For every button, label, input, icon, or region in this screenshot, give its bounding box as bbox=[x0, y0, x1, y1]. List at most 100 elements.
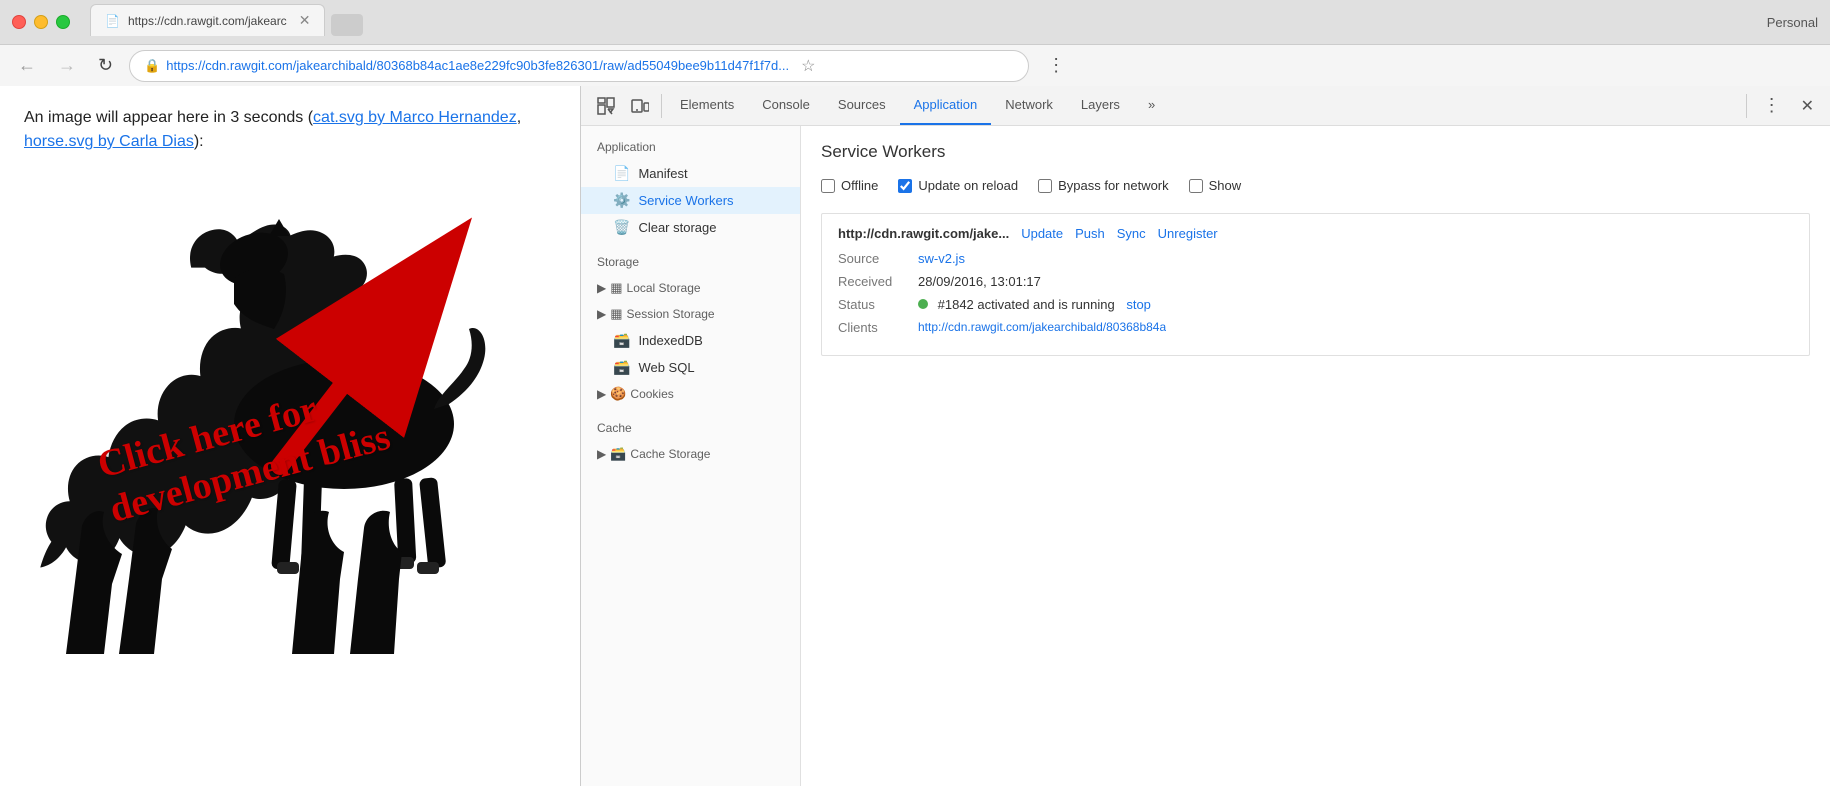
horse-svg-link[interactable]: horse.svg by Carla Dias bbox=[24, 133, 194, 150]
page-separator: , bbox=[517, 109, 521, 126]
expand-icon-3: ▶ bbox=[597, 387, 606, 401]
devtools-sidebar: Application 📄 Manifest ⚙️ Service Worker… bbox=[581, 126, 801, 786]
show-label: Show bbox=[1209, 178, 1242, 193]
address-input[interactable]: 🔒 https://cdn.rawgit.com/jakearchibald/8… bbox=[129, 50, 1029, 82]
close-button[interactable] bbox=[12, 15, 26, 29]
sw-push-link[interactable]: Push bbox=[1075, 226, 1105, 241]
inspect-element-button[interactable] bbox=[589, 93, 623, 119]
offline-checkbox-label[interactable]: Offline bbox=[821, 178, 878, 193]
tab-application[interactable]: Application bbox=[900, 86, 992, 125]
sidebar-service-workers-label: Service Workers bbox=[638, 193, 733, 208]
tab-layers[interactable]: Layers bbox=[1067, 86, 1134, 125]
sw-entry: http://cdn.rawgit.com/jake... Update Pus… bbox=[821, 213, 1810, 356]
update-on-reload-label: Update on reload bbox=[918, 178, 1018, 193]
sidebar-clear-storage-label: Clear storage bbox=[638, 220, 716, 235]
maximize-button[interactable] bbox=[56, 15, 70, 29]
page-content: An image will appear here in 3 seconds (… bbox=[0, 86, 580, 786]
reload-button[interactable]: ↻ bbox=[92, 53, 119, 78]
sw-source-file[interactable]: sw-v2.js bbox=[918, 251, 965, 266]
devtools-close-button[interactable]: ✕ bbox=[1793, 96, 1822, 116]
tab-title: https://cdn.rawgit.com/jakearc bbox=[128, 14, 287, 28]
sidebar-item-manifest[interactable]: 📄 Manifest bbox=[581, 160, 800, 187]
toolbar-separator-2 bbox=[1746, 94, 1747, 118]
forward-button[interactable]: → bbox=[52, 53, 82, 78]
sw-status-dot bbox=[918, 299, 928, 309]
expand-icon-2: ▶ bbox=[597, 307, 606, 321]
tab-elements[interactable]: Elements bbox=[666, 86, 748, 125]
sidebar-section-application: Application bbox=[581, 134, 800, 160]
sw-received-label: Received bbox=[838, 274, 918, 289]
service-workers-icon: ⚙️ bbox=[613, 192, 630, 209]
expand-icon-4: ▶ bbox=[597, 447, 606, 461]
address-url: https://cdn.rawgit.com/jakearchibald/803… bbox=[166, 58, 789, 73]
bypass-for-network-label: Bypass for network bbox=[1058, 178, 1169, 193]
devtools-panel: Elements Console Sources Application Net… bbox=[580, 86, 1830, 786]
traffic-lights bbox=[12, 15, 70, 29]
sidebar-item-indexed-db[interactable]: 🗃️ IndexedDB bbox=[581, 327, 800, 354]
minimize-button[interactable] bbox=[34, 15, 48, 29]
sidebar-item-clear-storage[interactable]: 🗑️ Clear storage bbox=[581, 214, 800, 241]
sidebar-item-service-workers[interactable]: ⚙️ Service Workers bbox=[581, 187, 800, 214]
update-on-reload-checkbox-label[interactable]: Update on reload bbox=[898, 178, 1018, 193]
update-on-reload-checkbox[interactable] bbox=[898, 179, 912, 193]
browser-tab[interactable]: 📄 https://cdn.rawgit.com/jakearc ✕ bbox=[90, 4, 325, 36]
clear-storage-icon: 🗑️ bbox=[613, 219, 630, 236]
sidebar-item-cache-storage[interactable]: ▶ 🗃️ Cache Storage bbox=[581, 441, 800, 467]
sidebar-item-cookies[interactable]: ▶ 🍪 Cookies bbox=[581, 381, 800, 407]
offline-checkbox[interactable] bbox=[821, 179, 835, 193]
session-storage-icon: ▦ bbox=[610, 306, 622, 322]
sw-clients-row: Clients http://cdn.rawgit.com/jakearchib… bbox=[838, 320, 1793, 335]
sidebar-web-sql-label: Web SQL bbox=[638, 360, 694, 375]
tab-bar: 📄 https://cdn.rawgit.com/jakearc ✕ bbox=[90, 8, 363, 36]
tab-more[interactable]: » bbox=[1134, 86, 1169, 125]
sw-url-row: http://cdn.rawgit.com/jake... Update Pus… bbox=[838, 226, 1793, 241]
bookmark-icon[interactable]: ☆ bbox=[801, 56, 815, 76]
tab-sources[interactable]: Sources bbox=[824, 86, 900, 125]
expand-icon: ▶ bbox=[597, 281, 606, 295]
devtools-toolbar: Elements Console Sources Application Net… bbox=[581, 86, 1830, 126]
show-checkbox-label[interactable]: Show bbox=[1189, 178, 1242, 193]
tab-console[interactable]: Console bbox=[748, 86, 824, 125]
sidebar-item-local-storage[interactable]: ▶ ▦ Local Storage bbox=[581, 275, 800, 301]
sw-sync-link[interactable]: Sync bbox=[1117, 226, 1146, 241]
bypass-for-network-checkbox[interactable] bbox=[1038, 179, 1052, 193]
local-storage-icon: ▦ bbox=[610, 280, 622, 296]
sw-clients-url[interactable]: http://cdn.rawgit.com/jakearchibald/8036… bbox=[918, 320, 1166, 334]
sw-source-label: Source bbox=[838, 251, 918, 266]
sw-status-text: #1842 activated and is running bbox=[938, 297, 1115, 312]
page-text-end: ): bbox=[194, 133, 204, 150]
back-button[interactable]: ← bbox=[12, 53, 42, 78]
sidebar-session-storage-label: Session Storage bbox=[627, 307, 715, 321]
cat-svg-link[interactable]: cat.svg by Marco Hernandez bbox=[313, 109, 517, 126]
devtools-tabs: Elements Console Sources Application Net… bbox=[666, 86, 1169, 125]
devtools-main-panel: Service Workers Offline Update on reload… bbox=[801, 126, 1830, 786]
indexed-db-icon: 🗃️ bbox=[613, 332, 630, 349]
sw-received-value: 28/09/2016, 13:01:17 bbox=[918, 274, 1041, 289]
sidebar-indexed-db-label: IndexedDB bbox=[638, 333, 702, 348]
sidebar-item-web-sql[interactable]: 🗃️ Web SQL bbox=[581, 354, 800, 381]
devtools-settings-button[interactable]: ⋮ bbox=[1755, 95, 1789, 116]
security-icon: 🔒 bbox=[144, 58, 160, 74]
address-bar: ← → ↻ 🔒 https://cdn.rawgit.com/jakearchi… bbox=[0, 44, 1830, 86]
sw-update-link[interactable]: Update bbox=[1021, 226, 1063, 241]
sw-controls: Offline Update on reload Bypass for netw… bbox=[821, 178, 1810, 193]
device-toolbar-button[interactable] bbox=[623, 93, 657, 119]
page-text: An image will appear here in 3 seconds (… bbox=[24, 106, 556, 154]
sidebar-section-cache: Cache bbox=[581, 415, 800, 441]
sidebar-cookies-label: Cookies bbox=[630, 387, 673, 401]
new-tab-button[interactable] bbox=[331, 14, 363, 36]
tab-close-button[interactable]: ✕ bbox=[299, 12, 311, 29]
bypass-for-network-checkbox-label[interactable]: Bypass for network bbox=[1038, 178, 1169, 193]
sidebar-item-session-storage[interactable]: ▶ ▦ Session Storage bbox=[581, 301, 800, 327]
sw-status-row: Status #1842 activated and is running st… bbox=[838, 297, 1793, 312]
cache-storage-icon: 🗃️ bbox=[610, 446, 626, 462]
sw-received-row: Received 28/09/2016, 13:01:17 bbox=[838, 274, 1793, 289]
tab-network[interactable]: Network bbox=[991, 86, 1067, 125]
cookies-icon: 🍪 bbox=[610, 386, 626, 402]
show-checkbox[interactable] bbox=[1189, 179, 1203, 193]
browser-menu-icon[interactable]: ⋮ bbox=[1047, 55, 1065, 76]
sw-status-value: #1842 activated and is running stop bbox=[918, 297, 1151, 312]
horse-image bbox=[24, 164, 556, 729]
sw-stop-link[interactable]: stop bbox=[1126, 297, 1151, 312]
sw-unregister-link[interactable]: Unregister bbox=[1158, 226, 1218, 241]
